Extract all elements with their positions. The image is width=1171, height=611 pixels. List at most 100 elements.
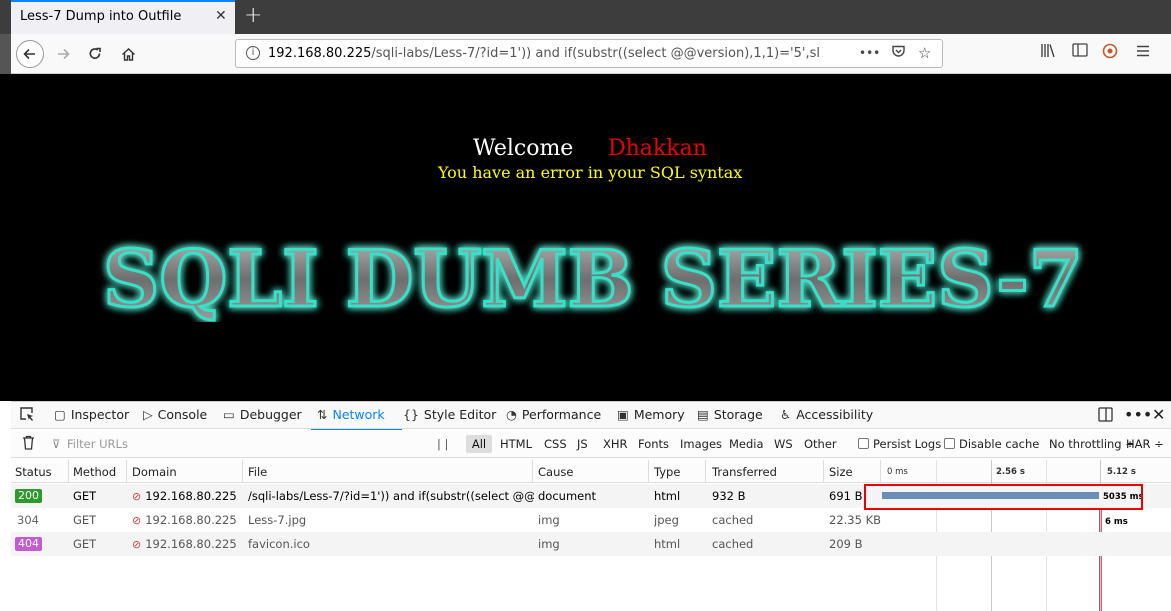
dock-side-icon[interactable]: [1098, 407, 1113, 425]
filter-urls-input[interactable]: Filter URLs: [67, 437, 128, 451]
filter-other[interactable]: Other: [804, 437, 837, 451]
reload-button[interactable]: [81, 40, 109, 68]
filter-fonts[interactable]: Fonts: [638, 437, 669, 451]
tab-network[interactable]: ⇅ Network: [317, 407, 385, 422]
window-edge: [0, 34, 11, 74]
filter-media[interactable]: Media: [729, 437, 764, 451]
tab-storage[interactable]: ▤ Storage: [697, 407, 763, 422]
new-tab-button[interactable]: +: [244, 3, 262, 28]
url-path: /sqli-labs/Less-7/?id=1')) and if(substr…: [371, 46, 820, 61]
filter-html[interactable]: HTML: [500, 437, 532, 451]
column-status[interactable]: Status: [15, 465, 52, 479]
column-cause[interactable]: Cause: [538, 465, 573, 479]
request-method: GET: [73, 489, 97, 503]
throttling-select[interactable]: No throttling ÷: [1049, 437, 1135, 451]
filter-images[interactable]: Images: [680, 437, 722, 451]
browser-tab[interactable]: Less-7 Dump into Outfile ✕: [11, 0, 235, 34]
timeline-label-start: 0 ms: [887, 467, 908, 477]
tab-performance[interactable]: ◔ Performance: [506, 407, 601, 422]
url-host: 192.168.80.225: [268, 46, 372, 61]
checkbox-box: [944, 438, 955, 449]
column-transferred[interactable]: Transferred: [712, 465, 777, 479]
request-method: GET: [73, 537, 97, 551]
element-picker-icon[interactable]: [19, 406, 35, 425]
bookmark-star-icon[interactable]: ☆: [918, 44, 931, 62]
close-tab-icon[interactable]: ✕: [215, 8, 227, 24]
checkbox-box: [858, 438, 869, 449]
home-icon: [121, 47, 135, 61]
debugger-icon: ▭: [223, 407, 235, 422]
welcome-text: Welcome: [473, 136, 574, 161]
banner-image: SQLI DUMB SERIES-7: [102, 233, 1085, 323]
home-button[interactable]: [114, 40, 142, 68]
filter-js[interactable]: JS: [577, 437, 588, 451]
insecure-connection-icon: ⊘: [132, 490, 142, 503]
request-file: favicon.ico: [248, 537, 310, 551]
tab-label: Performance: [521, 407, 602, 422]
filter-all[interactable]: All: [466, 435, 492, 453]
request-row[interactable]: 304 GET ⊘ 192.168.80.225 Less-7.jpg img j…: [11, 508, 1171, 532]
performance-icon: ◔: [506, 407, 517, 422]
status-code: 304: [17, 513, 39, 527]
filter-xhr[interactable]: XHR: [603, 437, 628, 451]
user-name: Dhakkan: [608, 136, 707, 161]
firefox-account-icon[interactable]: [1102, 43, 1118, 63]
menu-icon[interactable]: [1136, 43, 1150, 61]
address-bar[interactable]: i 192.168.80.225/sqli-labs/Less-7/?id=1'…: [235, 39, 943, 68]
har-menu[interactable]: HAR ÷: [1126, 437, 1164, 451]
request-row[interactable]: 404 GET ⊘ 192.168.80.225 favicon.ico img …: [11, 532, 1171, 556]
column-type[interactable]: Type: [654, 465, 680, 479]
column-domain[interactable]: Domain: [132, 465, 177, 479]
tab-label: Memory: [633, 407, 685, 422]
library-icon[interactable]: [1040, 43, 1056, 62]
filter-icon: ⊽: [52, 437, 61, 451]
request-method: GET: [73, 513, 97, 527]
column-method[interactable]: Method: [73, 465, 116, 479]
more-options-icon[interactable]: •••: [1124, 405, 1152, 424]
page-actions-icon[interactable]: •••: [859, 46, 880, 60]
banner-text: SQLI DUMB SERIES-7: [103, 234, 1083, 322]
tab-label: Style Editor: [423, 407, 497, 422]
back-arrow-icon: [23, 48, 35, 60]
tab-debugger[interactable]: ▭ Debugger: [223, 407, 302, 422]
close-devtools-icon[interactable]: ✕: [1152, 405, 1165, 424]
tab-accessibility[interactable]: ♿ Accessibility: [780, 407, 873, 422]
forward-button[interactable]: [49, 40, 77, 68]
request-table-header: Status Method Domain File Cause Type Tra…: [11, 460, 1171, 483]
request-type: jpeg: [654, 513, 679, 527]
request-domain: ⊘ 192.168.80.225: [132, 489, 237, 503]
disable-cache-label: Disable cache: [959, 437, 1040, 451]
pause-recording-button[interactable]: | |: [437, 437, 448, 451]
tab-memory[interactable]: ▣ Memory: [617, 407, 685, 422]
sidebar-icon[interactable]: [1072, 43, 1088, 61]
filter-ws[interactable]: WS: [774, 437, 793, 451]
disable-cache-checkbox[interactable]: Disable cache: [944, 437, 1039, 451]
column-file[interactable]: File: [248, 465, 267, 479]
tab-inspector[interactable]: ▢ Inspector: [54, 407, 129, 422]
filter-css[interactable]: CSS: [544, 437, 567, 451]
tab-label: Accessibility: [796, 407, 874, 422]
url-text: 192.168.80.225/sqli-labs/Less-7/?id=1'))…: [268, 46, 828, 61]
persist-logs-checkbox[interactable]: Persist Logs: [858, 437, 941, 451]
clear-requests-icon[interactable]: [22, 435, 35, 453]
pocket-icon[interactable]: [891, 44, 906, 63]
back-button[interactable]: [16, 40, 44, 68]
timeline-label-mid: 2.56 s: [996, 467, 1025, 477]
tab-label: Console: [157, 407, 208, 422]
site-info-icon[interactable]: i: [246, 46, 260, 60]
request-transferred: cached: [712, 513, 754, 527]
navigation-bar: i 192.168.80.225/sqli-labs/Less-7/?id=1'…: [11, 34, 1171, 74]
tab-style-editor[interactable]: {} Style Editor: [403, 407, 496, 422]
request-file: /sqli-labs/Less-7/?id=1')) and if(substr…: [248, 489, 534, 503]
request-cause: img: [538, 537, 560, 551]
tab-console[interactable]: ▷ Console: [143, 407, 207, 422]
highlight-annotation: [864, 484, 1143, 510]
page-content: Welcome Dhakkan You have an error in you…: [11, 74, 1171, 401]
request-transferred: 932 B: [712, 489, 746, 503]
column-size[interactable]: Size: [829, 465, 853, 479]
tab-title: Less-7 Dump into Outfile: [20, 9, 182, 24]
storage-icon: ▤: [697, 407, 709, 422]
tab-label: Storage: [713, 407, 763, 422]
request-domain: ⊘ 192.168.80.225: [132, 513, 237, 527]
request-time: 6 ms: [1105, 517, 1128, 527]
